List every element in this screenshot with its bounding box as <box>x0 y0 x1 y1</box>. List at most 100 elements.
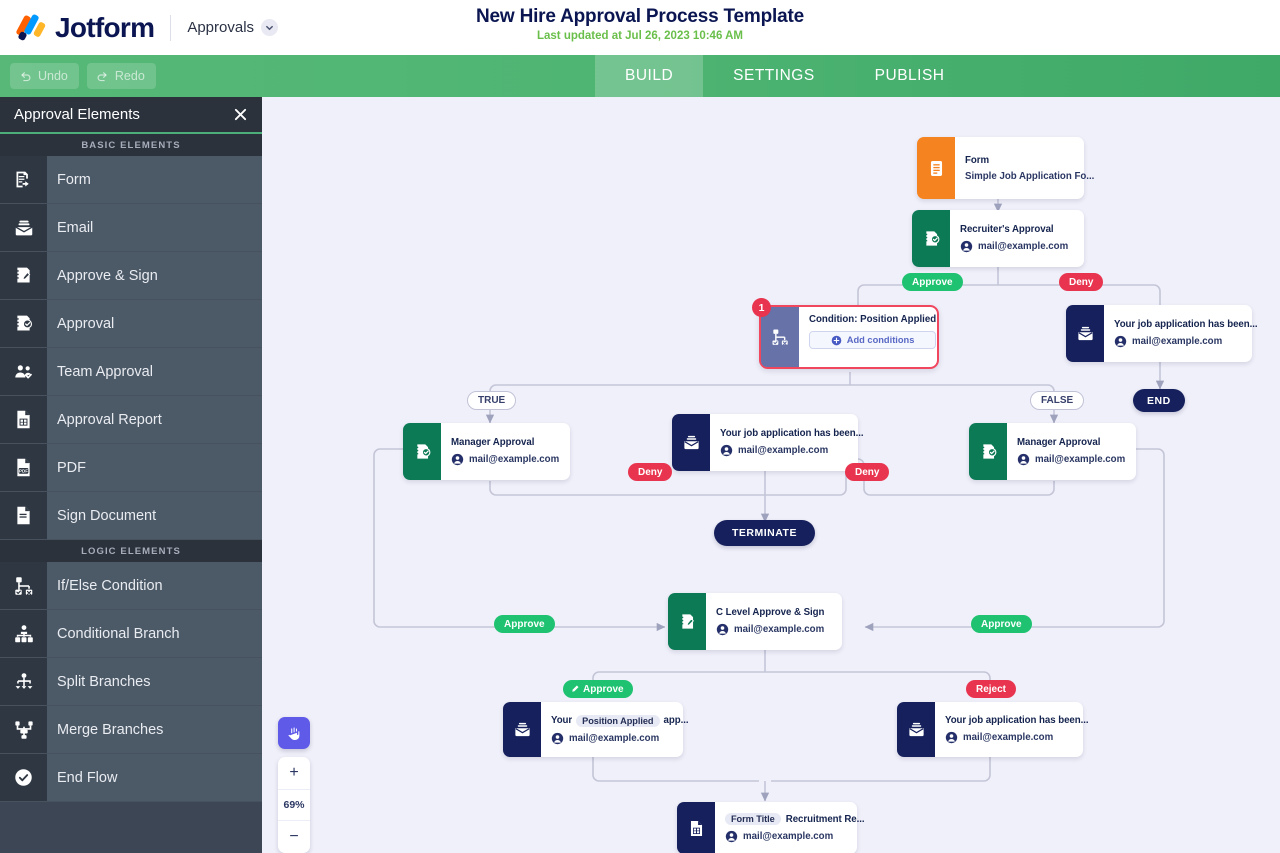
edge-label-approve-sign[interactable]: Approve <box>563 680 633 698</box>
top-header: Jotform Approvals New Hire Approval Proc… <box>0 0 1280 55</box>
email-icon <box>897 702 935 757</box>
sidebar-item-label: Split Branches <box>47 658 262 705</box>
workflow-canvas[interactable]: Form Simple Job Application Fo... Recrui… <box>262 97 1280 853</box>
node-title-prefix: Your <box>551 715 573 726</box>
sidebar-item-label: Approve & Sign <box>47 252 262 299</box>
add-conditions-button[interactable]: Add conditions <box>809 331 937 349</box>
avatar-icon <box>451 453 464 466</box>
node-title: Manager Approval <box>451 437 535 448</box>
node-body: Your job application has been... mail@ex… <box>935 702 1101 757</box>
node-title: Condition: Position Applied <box>809 314 937 325</box>
node-body: Your job application has been... mail@ex… <box>1104 305 1270 362</box>
tab-publish[interactable]: PUBLISH <box>845 55 975 97</box>
sidebar-item-sign-document[interactable]: Sign Document <box>0 492 262 540</box>
product-switcher[interactable]: Approvals <box>187 19 279 36</box>
action-toolbar: Undo Redo BUILD SETTINGS PUBLISH <box>0 55 1280 97</box>
conditional-branch-icon <box>0 610 47 657</box>
edge-label-reject[interactable]: Reject <box>966 680 1017 698</box>
edge-label-false[interactable]: FALSE <box>1030 391 1085 410</box>
node-email-accepted[interactable]: Your Position Applied app... mail@exampl… <box>503 702 689 757</box>
node-end[interactable]: END <box>1133 389 1185 412</box>
close-icon[interactable] <box>233 107 248 122</box>
sidebar-item-approve-sign[interactable]: Approve & Sign <box>0 252 262 300</box>
hand-tool-button[interactable] <box>278 717 310 749</box>
avatar-icon <box>551 732 564 744</box>
sidebar-item-label: End Flow <box>47 754 262 801</box>
node-title-suffix: Recruitment Re... <box>785 813 865 825</box>
node-title-suffix: app... <box>663 715 689 726</box>
history-controls: Undo Redo <box>0 55 595 97</box>
node-email-rejected[interactable]: Your job application has been... mail@ex… <box>897 702 1089 757</box>
email-icon <box>503 702 541 757</box>
main-tabs: BUILD SETTINGS PUBLISH <box>595 55 975 97</box>
node-email-deny-mid[interactable]: Your job application has been... mail@ex… <box>672 414 864 471</box>
node-terminate[interactable]: TERMINATE <box>714 520 815 546</box>
sidebar-item-form[interactable]: Form <box>0 156 262 204</box>
edge-label-deny-top[interactable]: Deny <box>1059 273 1104 291</box>
edge-label-deny-right[interactable]: Deny <box>845 463 890 481</box>
approval-icon <box>403 423 441 480</box>
brand-divider <box>170 14 172 41</box>
jotform-logo-icon <box>15 13 47 43</box>
node-email: mail@example.com <box>978 241 1069 252</box>
avatar-icon <box>1017 453 1030 466</box>
sidebar-item-conditional-branch[interactable]: Conditional Branch <box>0 610 262 658</box>
node-recruiters-approval[interactable]: Recruiter's Approval mail@example.com <box>912 210 1084 267</box>
node-email: mail@example.com <box>734 624 825 635</box>
sidebar-item-approval[interactable]: Approval <box>0 300 262 348</box>
node-title: Manager Approval <box>1017 437 1101 448</box>
undo-button[interactable]: Undo <box>10 63 79 89</box>
node-body: Recruiter's Approval mail@example.com <box>950 210 1084 267</box>
product-label: Approvals <box>187 19 255 36</box>
hand-tool-icon <box>286 725 301 741</box>
node-subtitle: Simple Job Application Fo... <box>965 170 1095 182</box>
chevron-down-icon[interactable] <box>261 19 279 36</box>
edge-label-approve-top[interactable]: Approve <box>902 273 963 291</box>
sidebar-item-team-approval[interactable]: Team Approval <box>0 348 262 396</box>
node-email-deny-top[interactable]: Your job application has been... mail@ex… <box>1066 305 1258 362</box>
sidebar-item-label: PDF <box>47 444 262 491</box>
sidebar-item-label: Merge Branches <box>47 706 262 753</box>
node-c-level-approve-sign[interactable]: C Level Approve & Sign mail@example.com <box>668 593 842 650</box>
avatar-icon <box>1114 335 1127 348</box>
edge-label-approve-right[interactable]: Approve <box>971 615 1032 633</box>
add-conditions-label: Add conditions <box>846 335 915 345</box>
sidebar-item-label: Approval Report <box>47 396 262 443</box>
tab-settings[interactable]: SETTINGS <box>703 55 845 97</box>
tab-build[interactable]: BUILD <box>595 55 704 97</box>
sidebar-item-end-flow[interactable]: End Flow <box>0 754 262 802</box>
zoom-in-button[interactable]: + <box>278 757 310 789</box>
brand-area[interactable]: Jotform Approvals <box>0 12 279 44</box>
sidebar-item-if-else-condition[interactable]: If/Else Condition <box>0 562 262 610</box>
sidebar-section-basic: BASIC ELEMENTS <box>0 134 262 156</box>
node-manager-approval-right[interactable]: Manager Approval mail@example.com <box>969 423 1136 480</box>
email-icon <box>1066 305 1104 362</box>
app-root: Jotform Approvals New Hire Approval Proc… <box>0 0 1280 853</box>
if-else-condition-icon <box>0 562 47 609</box>
node-condition-position-applied[interactable]: 1 Condition: Position Applied Add condit… <box>752 298 939 369</box>
sidebar-item-approval-report[interactable]: Approval Report <box>0 396 262 444</box>
sidebar-item-pdf[interactable]: PDF PDF <box>0 444 262 492</box>
edge-label-deny-left[interactable]: Deny <box>628 463 673 481</box>
node-title: Your job application has been... <box>1114 319 1258 330</box>
node-form[interactable]: Form Simple Job Application Fo... <box>917 137 1094 199</box>
approval-elements-sidebar: Approval Elements BASIC ELEMENTS Form Em… <box>0 97 262 853</box>
sidebar-item-merge-branches[interactable]: Merge Branches <box>0 706 262 754</box>
redo-icon <box>97 71 107 81</box>
sidebar-item-email[interactable]: Email <box>0 204 262 252</box>
undo-icon <box>21 71 31 81</box>
node-email: mail@example.com <box>738 445 829 456</box>
redo-button[interactable]: Redo <box>86 63 156 89</box>
zoom-out-button[interactable]: − <box>278 821 310 853</box>
node-title: Your job application has been... <box>720 428 864 439</box>
sidebar-item-split-branches[interactable]: Split Branches <box>0 658 262 706</box>
node-body: Condition: Position Applied Add conditio… <box>799 307 946 367</box>
edge-label-approve-left[interactable]: Approve <box>494 615 555 633</box>
edge-label-true[interactable]: TRUE <box>467 391 517 410</box>
team-approval-icon <box>0 348 47 395</box>
node-manager-approval-left[interactable]: Manager Approval mail@example.com <box>403 423 570 480</box>
email-icon <box>0 204 47 251</box>
email-icon <box>672 414 710 471</box>
node-approval-report[interactable]: Form Title Recruitment Re... mail@exampl… <box>677 802 865 853</box>
node-body: Manager Approval mail@example.com <box>1007 423 1137 480</box>
